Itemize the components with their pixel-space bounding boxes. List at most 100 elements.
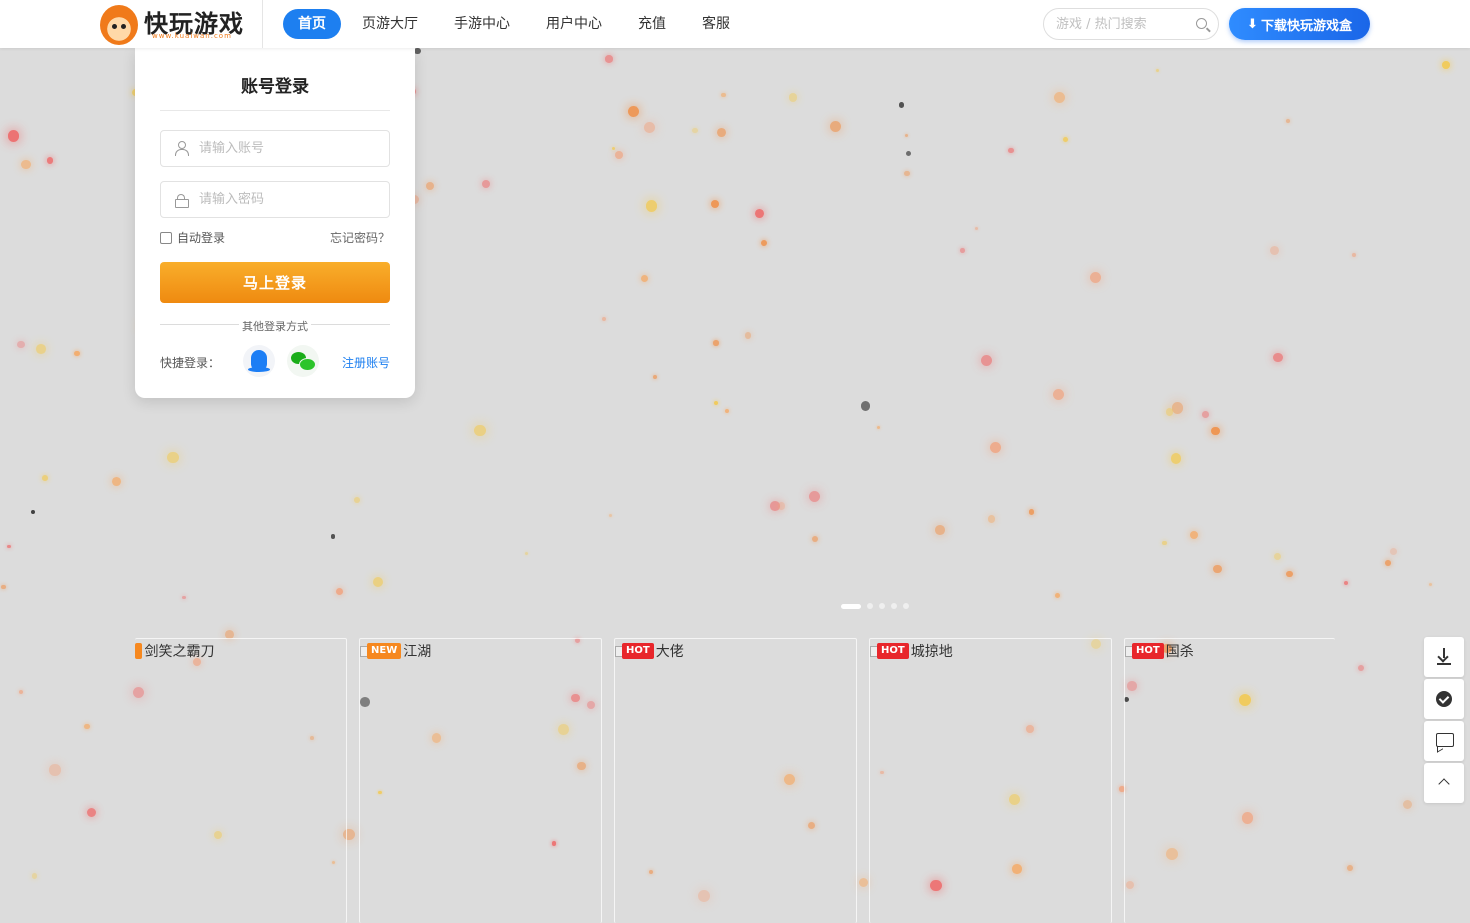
download-icon: ⬇ (1247, 16, 1258, 32)
banner-dot-4[interactable] (891, 603, 897, 609)
particle-dot (1054, 592, 1060, 599)
nav-home[interactable]: 首页 (283, 9, 341, 39)
wechat-login-icon[interactable] (287, 345, 319, 377)
game-badge (135, 643, 143, 659)
particle-dot (1008, 148, 1014, 154)
particle-dot (18, 689, 23, 695)
game-card[interactable]: HOT 国杀 (1124, 638, 1335, 923)
qq-login-icon[interactable] (243, 345, 275, 377)
nav-recharge[interactable]: 充值 (623, 9, 681, 39)
banner-dot-3[interactable] (879, 603, 885, 609)
particle-dot (711, 199, 720, 208)
particle-dot (1385, 560, 1392, 566)
particle-dot (1211, 426, 1220, 436)
particle-dot (809, 491, 821, 503)
download-gamebox-button[interactable]: ⬇ 下载快玩游戏盒 (1229, 8, 1370, 40)
particle-dot (1428, 583, 1432, 587)
game-card[interactable]: HOT 城掠地 (869, 638, 1112, 923)
particle-dot (608, 513, 612, 517)
particle-dot (111, 476, 121, 486)
particle-dot (721, 92, 726, 98)
auto-login-checkbox[interactable] (160, 231, 172, 244)
particle-dot (692, 127, 698, 133)
particle-dot (744, 332, 752, 339)
nav-support[interactable]: 客服 (687, 9, 745, 39)
particle-dot (21, 159, 31, 170)
particle-dot (653, 374, 657, 379)
particle-dot (1202, 411, 1209, 418)
search-input[interactable] (1056, 9, 1196, 39)
particle-dot (641, 275, 649, 283)
particle-dot (16, 340, 25, 349)
account-input[interactable] (199, 131, 379, 166)
game-card[interactable]: HOT 大佬 (614, 638, 857, 923)
particle-dot (1090, 272, 1102, 284)
search-icon[interactable] (1196, 18, 1207, 29)
particle-dot (1402, 799, 1412, 809)
game-badge: HOT (1132, 643, 1164, 659)
particle-dot (330, 534, 336, 539)
particle-dot (605, 55, 613, 63)
auto-login-option[interactable]: 自动登录 (160, 229, 225, 246)
particle-dot (1062, 136, 1068, 142)
particle-dot (777, 502, 785, 510)
particle-dot (1286, 570, 1293, 578)
nav-webgames[interactable]: 页游大厅 (347, 9, 433, 39)
particle-dot (1162, 540, 1167, 546)
game-badge: HOT (622, 643, 654, 659)
particle-dot (724, 408, 729, 413)
game-name: 剑笑之霸刀 (144, 644, 215, 660)
particle-dot (1286, 119, 1291, 123)
particle-dot (645, 199, 658, 212)
chat-icon[interactable] (1424, 721, 1464, 761)
game-card[interactable]: NEW 江湖 (359, 638, 602, 923)
login-submit-button[interactable]: 马上登录 (160, 262, 390, 303)
banner-dot-2[interactable] (867, 603, 873, 609)
particle-dot (482, 180, 491, 188)
logo-url: www.kuaiwan.com (152, 32, 232, 40)
particle-dot (414, 48, 421, 55)
particle-dot (1442, 61, 1450, 69)
header-divider (262, 0, 263, 48)
particle-dot (1170, 453, 1182, 464)
site-logo[interactable]: 快玩游戏 www.kuaiwan.com (100, 2, 250, 46)
monkey-logo-icon (100, 5, 138, 45)
banner-dot-1[interactable] (841, 603, 861, 609)
top-header: 快玩游戏 www.kuaiwan.com 首页 页游大厅 手游中心 用户中心 充… (0, 0, 1470, 48)
game-card[interactable]: 剑笑之霸刀 (135, 638, 347, 923)
check-circle-icon[interactable] (1424, 679, 1464, 719)
login-divider (160, 110, 390, 111)
particle-dot (31, 873, 38, 879)
nav-mobilegames[interactable]: 手游中心 (439, 9, 525, 39)
nav-user-center[interactable]: 用户中心 (531, 9, 617, 39)
particle-dot (812, 535, 819, 542)
particle-dot (7, 130, 20, 143)
particle-dot (627, 105, 639, 117)
particle-dot (934, 524, 945, 535)
main-nav: 首页 页游大厅 手游中心 用户中心 充值 客服 (283, 9, 751, 39)
floating-toolbar (1424, 637, 1464, 805)
game-card-header: NEW 江湖 (360, 642, 431, 660)
download-icon[interactable] (1424, 637, 1464, 677)
login-panel: 账号登录 自动登录 忘记密码？ 马上登录 其他登录方式 快捷登录： 注册账号 (135, 48, 415, 398)
particle-dot (987, 515, 996, 524)
particle-dot (1358, 664, 1365, 671)
back-to-top-icon[interactable] (1424, 763, 1464, 803)
particle-dot (525, 551, 529, 555)
password-input[interactable] (199, 182, 379, 217)
password-field (160, 181, 390, 218)
particle-dot (1212, 564, 1222, 574)
particle-dot (84, 723, 90, 730)
game-badge: NEW (367, 643, 402, 659)
particle-dot (905, 151, 911, 157)
particle-dot (898, 102, 905, 108)
game-name: 国杀 (1165, 644, 1194, 660)
particle-dot (876, 426, 880, 430)
particle-dot (167, 451, 180, 464)
forgot-password-link[interactable]: 忘记密码？ (330, 229, 390, 246)
particle-dot (1273, 353, 1283, 363)
particle-dot (904, 170, 910, 176)
particle-dot (761, 240, 768, 247)
banner-dot-5[interactable] (903, 603, 909, 609)
register-link[interactable]: 注册账号 (342, 354, 390, 371)
